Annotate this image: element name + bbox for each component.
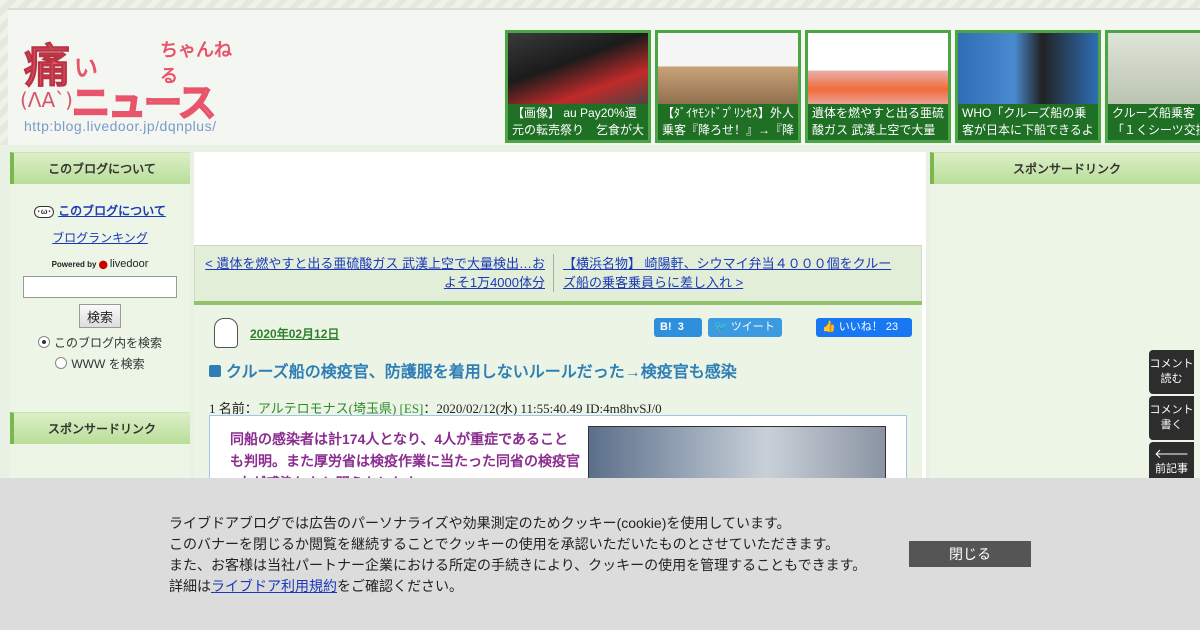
thumb-image [958, 33, 1098, 108]
search-input[interactable] [23, 276, 177, 298]
mascot-icon [214, 318, 238, 348]
blog-header: 痛 い ちゃんねる (ΛΑ`) ニュース http:blog.livedoor.… [0, 0, 1200, 145]
thumbs-up-icon: 👍 [822, 321, 836, 333]
featured-thumb[interactable]: 【画像】 au Pay20%還元の転売祭り 乞食が大量に [505, 30, 651, 143]
cookie-line-4-suffix: をご確認ください。 [337, 578, 463, 594]
powered-by-label: Powered by [51, 260, 97, 269]
tweet-button[interactable]: 🐦 ツイート [708, 318, 782, 337]
hatena-count: 3 [677, 321, 684, 333]
logo-kanji: 痛 [24, 39, 71, 94]
blog-logo[interactable]: 痛 い ちゃんねる (ΛΑ`) ニュース http:blog.livedoor.… [20, 30, 240, 140]
radio-blog-row[interactable]: このブログ内を検索 [10, 334, 190, 351]
ship-photo [588, 426, 886, 486]
face-icon: ･ω･ [34, 205, 55, 218]
radio-www-row[interactable]: WWW を検索 [10, 355, 190, 372]
thumb-caption: WHO「クルーズ船の乗客が日本に下船できるよう日 [958, 104, 1098, 140]
powered-by[interactable]: Powered by ⬤ livedoor [10, 258, 190, 270]
about-link[interactable]: ･ω･ このブログについて [10, 202, 190, 219]
cookie-banner: ライブドアブログでは広告のパーソナライズや効果測定のためクッキー(cookie)… [0, 478, 1200, 630]
header-inner: 痛 い ちゃんねる (ΛΑ`) ニュース http:blog.livedoor.… [8, 8, 1200, 145]
cookie-line-3: また、お客様は当社パートナー企業における所定の手続きにより、クッキーの使用を管理… [169, 557, 867, 573]
post-navigation: < 遺体を燃やすと出る亜硫酸ガス 武漢上空で大量検出…およそ1万4000体分 【… [194, 245, 922, 303]
thumb-image [508, 33, 648, 108]
arrow-left-icon: 🡐 [1154, 446, 1189, 461]
tweet-label: ツイート [730, 321, 775, 333]
thumb-caption: クルーズ船乗客「１くシーツ交換や掃除 [1108, 104, 1200, 140]
left-sponsor-heading: スポンサードリンク [10, 412, 190, 444]
twitter-icon: 🐦 [714, 321, 728, 333]
write-comment-button[interactable]: コメント書く [1149, 396, 1194, 440]
cookie-line-2: このバナーを閉じるか閲覧を継続することでクッキーの使用を承認いただいたものとさせ… [169, 536, 840, 552]
article-title-text: クルーズ船の検疫官、防護服を着用しないルールだった→検疫官も感染 [226, 364, 737, 381]
logo-url: http:blog.livedoor.jp/dqnplus/ [24, 118, 217, 134]
search-button[interactable]: 検索 [79, 304, 121, 328]
article-date[interactable]: 2020年02月12日 [250, 325, 339, 342]
thumb-caption: 【画像】 au Pay20%還元の転売祭り 乞食が大量に [508, 104, 648, 140]
thumb-caption: 【ﾀﾞｲﾔﾓﾝﾄﾞﾌﾟﾘﾝｾｽ】外人乗客『降ろせ！』→『降ろさ [658, 104, 798, 140]
cookie-text: ライブドアブログでは広告のパーソナライズや効果測定のためクッキー(cookie)… [169, 513, 866, 597]
featured-thumb[interactable]: クルーズ船乗客「１くシーツ交換や掃除 [1105, 30, 1200, 143]
facebook-like-button[interactable]: 👍 いいね！ 23 [816, 318, 912, 337]
cookie-close-button[interactable]: 閉じる [909, 541, 1031, 567]
ranking-link[interactable]: ブログランキング [10, 229, 190, 246]
meta-prefix: 1 名前： [209, 401, 258, 416]
article-icon [209, 365, 221, 377]
radio-www[interactable] [55, 357, 68, 369]
nav-divider [553, 254, 554, 292]
cookie-line-1: ライブドアブログでは広告のパーソナライズや効果測定のためクッキー(cookie)… [169, 515, 791, 531]
featured-thumb[interactable]: WHO「クルーズ船の乗客が日本に下船できるよう日 [955, 30, 1101, 143]
hatena-label: B! [660, 321, 672, 333]
cookie-line-4: 詳細はライブドア利用規約をご確認ください。 [169, 576, 866, 597]
featured-thumb[interactable]: 【ﾀﾞｲﾔﾓﾝﾄﾞﾌﾟﾘﾝｾｽ】外人乗客『降ろせ！』→『降ろさ [655, 30, 801, 143]
radio-blog-label: このブログ内を検索 [53, 336, 162, 350]
like-label: いいね！ [838, 321, 883, 333]
logo-face: (ΛΑ`) [20, 88, 73, 112]
next-post-link[interactable]: 【横浜名物】 崎陽軒、シウマイ弁当４０００個をクルーズ船の乗客乗員らに差し入れ … [563, 254, 903, 292]
radio-blog[interactable] [37, 336, 50, 348]
thumb-image [808, 33, 948, 108]
livedoor-label: livedoor [109, 258, 149, 270]
quote-box: 同船の感染者は計174人となり、4人が重症であることも判明。また厚労省は検疫作業… [209, 415, 907, 491]
radio-www-label: WWW を検索 [71, 357, 145, 371]
thumb-caption: 遺体を燃やすと出る亜硫酸ガス 武漢上空で大量検出… [808, 104, 948, 140]
thumb-image [1108, 33, 1200, 108]
prev-article-label: 前記事 [1155, 463, 1188, 475]
article-title[interactable]: クルーズ船の検疫官、防護服を着用しないルールだった→検疫官も感染 [209, 358, 737, 382]
read-comments-button[interactable]: コメント読む [1149, 350, 1194, 394]
about-heading: このブログについて [10, 152, 190, 184]
thumb-image [658, 33, 798, 108]
terms-link[interactable]: ライブドア利用規約 [211, 578, 337, 594]
hatena-bookmark-button[interactable]: B! 3 [654, 318, 702, 337]
featured-thumb[interactable]: 遺体を燃やすと出る亜硫酸ガス 武漢上空で大量検出… [805, 30, 951, 143]
livedoor-icon: ⬤ [98, 260, 108, 269]
about-link-label: このブログについて [58, 204, 166, 218]
like-count: 23 [885, 321, 899, 333]
cookie-line-4-prefix: 詳細は [169, 578, 211, 594]
poster-name: アルテロモナス(埼玉県) [ES] [257, 401, 424, 416]
prev-post-link[interactable]: < 遺体を燃やすと出る亜硫酸ガス 武漢上空で大量検出…およそ1万4000体分 [205, 254, 545, 292]
meta-suffix: ：2020/02/12(水) 11:55:40.49 ID:4m8hvSJ/0 [423, 401, 662, 416]
right-sponsor-heading: スポンサードリンク [930, 152, 1200, 184]
